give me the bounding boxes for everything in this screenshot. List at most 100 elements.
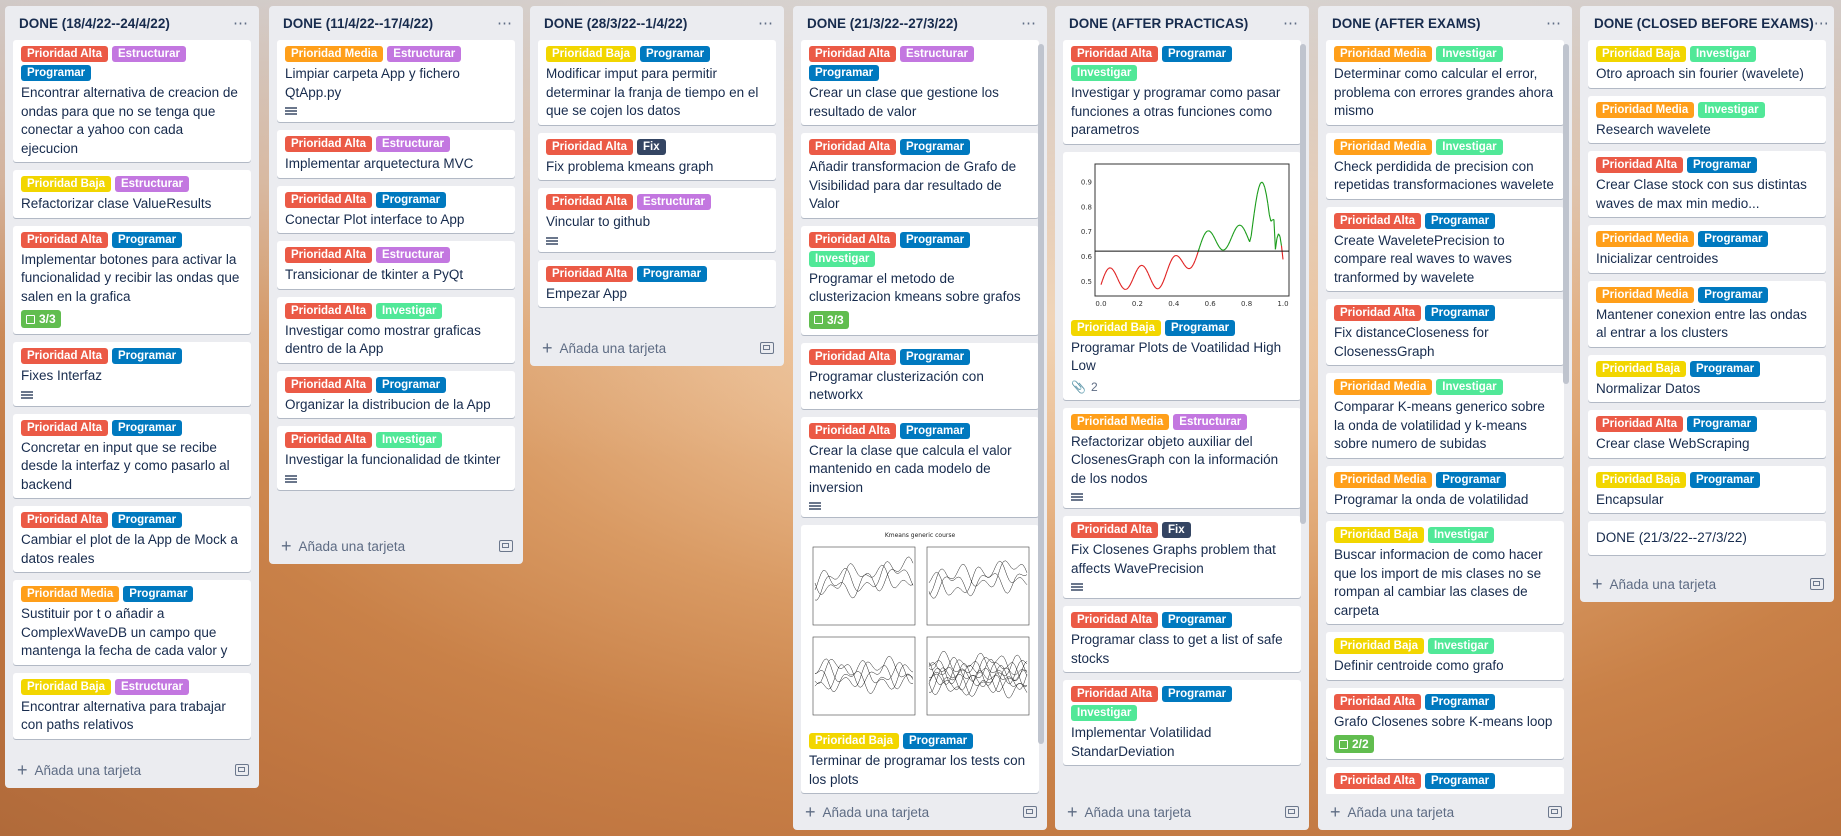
card[interactable]: Prioridad Media Investigar Comparar K-mean… [1326,373,1564,458]
card-labels: Prioridad Baja Programar [1596,360,1818,380]
list-title[interactable]: DONE (11/4/22--17/4/22) [283,16,433,31]
card[interactable]: Prioridad Media Programar Inicializar cent… [1588,225,1826,273]
card-template-icon[interactable] [1023,806,1037,818]
card[interactable]: Prioridad Alta Fix Fix Closenes Graphs pro… [1063,516,1301,598]
card[interactable]: Prioridad Alta Programar Crear la clase qu… [801,416,1039,517]
y-tick-label: 0.5 [1081,278,1092,286]
list-menu-icon[interactable]: ⋯ [758,16,774,31]
card-template-icon[interactable] [1810,578,1824,590]
card[interactable]: Prioridad Alta Programar Investigar Investi… [1063,40,1301,144]
card[interactable]: Prioridad Alta Programar Grafo Closenes so… [1326,687,1564,759]
card-title: Research wavelete [1596,121,1711,137]
card[interactable]: Prioridad Alta Programar Crear clase WebSc… [1588,410,1826,458]
card[interactable]: Prioridad Media Investigar Research wavele… [1588,95,1826,143]
card[interactable]: Prioridad Alta Investigar Investigar la fu… [277,426,515,490]
card[interactable]: Prioridad Alta Programar Fix distanceClose… [1326,299,1564,365]
card[interactable]: Prioridad Alta Programar Programar class t… [1063,606,1301,672]
list-done-after-exams: DONE (AFTER EXAMS) ⋯ Prioridad Media Invest… [1318,6,1572,830]
list-menu-icon[interactable]: ⋯ [1283,16,1299,31]
add-card-button[interactable]: + Añada una tarjeta [281,537,405,555]
card[interactable]: Prioridad Alta Programar Conectar Plot int… [277,185,515,233]
card-template-icon[interactable] [499,540,513,552]
card[interactable]: Prioridad Alta Programar Investigar Program… [801,225,1039,335]
card-labels: Prioridad Media Estructurar [285,46,507,65]
card[interactable]: Prioridad Alta Programar Cambiar el plot d… [13,506,251,572]
card[interactable]: 0.5 0.6 0.7 0.8 0.9 0.0 0.2 0.4 0.6 0.8 1.0 Priorid… [1063,151,1301,400]
list-menu-icon[interactable]: ⋯ [1021,16,1037,31]
add-card-button[interactable]: + Añada una tarjeta [17,761,141,779]
list-menu-icon[interactable]: ⋯ [1814,16,1830,31]
add-card-button[interactable]: + Añada una tarjeta [1067,803,1191,821]
card[interactable]: Prioridad Media Estructurar Limpiar carpet… [277,40,515,122]
label-prioridad-alta: Prioridad Alta [285,136,372,152]
label-investigar: Investigar [809,250,876,267]
label-prioridad-alta: Prioridad Alta [21,46,108,62]
add-card-button[interactable]: + Añada una tarjeta [805,803,929,821]
label-prioridad-media: Prioridad Media [1596,231,1695,247]
card-labels: Prioridad Alta Programar [1334,693,1556,713]
list-title[interactable]: DONE (18/4/22--24/4/22) [19,16,170,31]
card-template-icon[interactable] [760,342,774,354]
card[interactable]: Prioridad Baja Estructurar Encontrar alter… [13,672,251,739]
card[interactable]: Prioridad Media Estructurar Refactorizar o… [1063,407,1301,508]
list-title[interactable]: DONE (28/3/22--1/4/22) [544,16,687,31]
list-menu-icon[interactable]: ⋯ [233,16,249,31]
card-labels: Prioridad Alta Estructurar Programar [21,46,243,84]
card-labels: Prioridad Media Investigar [1596,101,1818,121]
list-title[interactable]: DONE (AFTER EXAMS) [1332,16,1481,31]
card-template-icon[interactable] [235,764,249,776]
card[interactable]: Prioridad Alta Estructurar Vincular to git… [538,188,776,252]
card[interactable]: Prioridad Baja Programar Modificar imput p… [538,40,776,125]
card[interactable]: DONE (21/3/22--27/3/22) [1588,521,1826,555]
list-scrollbar[interactable] [1563,44,1569,384]
card[interactable]: Kmeans generic course Prioridad Baja Progr… [801,525,1039,793]
card[interactable]: Prioridad Baja Programar Normalizar Datos [1588,354,1826,402]
card-template-icon[interactable] [1285,806,1299,818]
card[interactable]: Prioridad Alta Estructurar Programar Encont… [13,40,251,162]
label-prioridad-media: Prioridad Media [1071,413,1170,430]
card[interactable]: Prioridad Alta Programar Implementar boton… [13,225,251,334]
add-card-button[interactable]: + Añada una tarjeta [542,339,666,357]
card[interactable]: Prioridad Alta Programar Investigar Impleme… [1063,680,1301,765]
description-icon [21,390,33,400]
card[interactable]: Prioridad Media Programar Mantener conexio… [1588,280,1826,347]
card[interactable]: Prioridad Baja Investigar Buscar informaci… [1326,521,1564,624]
card[interactable]: Prioridad Media Investigar Determinar como… [1326,40,1564,125]
card[interactable]: Prioridad Alta Investigar Investigar como … [277,296,515,363]
list-menu-icon[interactable]: ⋯ [497,16,513,31]
card[interactable]: Prioridad Baja Estructurar Refactorizar cl… [13,170,251,218]
card[interactable]: Prioridad Alta Programar Añadir transforma… [801,133,1039,218]
card[interactable]: Prioridad Alta Estructurar Implementar arq… [277,130,515,178]
card[interactable]: Prioridad Alta Programar Crear Clase stock… [1588,151,1826,217]
list-scrollbar[interactable] [1038,44,1044,744]
card[interactable]: Prioridad Baja Programar Encapsular [1588,465,1826,513]
label-prioridad-alta: Prioridad Alta [285,191,372,208]
add-card-button[interactable]: + Añada una tarjeta [1330,803,1454,821]
card[interactable]: Prioridad Alta Programar Create WaveletePr… [1326,206,1564,291]
list-menu-icon[interactable]: ⋯ [1546,16,1562,31]
card[interactable]: Prioridad Alta Estructurar Programar Crear … [801,40,1039,125]
card[interactable]: Prioridad Media Programar Sustituir por t … [13,580,251,665]
card[interactable]: Prioridad Alta Programar Fixes Interfaz [13,342,251,406]
list-title[interactable]: DONE (AFTER PRACTICAS) [1069,16,1248,31]
list-scrollbar[interactable] [1300,44,1306,524]
list-done-11-4-22-17-4-22: DONE (11/4/22--17/4/22) ⋯ Prioridad Media E… [269,6,523,564]
card[interactable]: Prioridad Alta Fix Fix problema kmeans gra… [538,132,776,180]
card[interactable]: Prioridad Media Investigar Check perdidida… [1326,132,1564,199]
card-template-icon[interactable] [1548,806,1562,818]
label-programar: Programar [1436,471,1507,488]
add-card-button[interactable]: + Añada una tarjeta [1592,575,1716,593]
card[interactable]: Prioridad Alta Programar Empezar App [538,259,776,307]
card-labels: Prioridad Media Programar [1596,286,1818,306]
card[interactable]: Prioridad Alta Estructurar Transicionar de… [277,241,515,289]
card[interactable]: Prioridad Baja Investigar Definir centroid… [1326,632,1564,680]
list-title[interactable]: DONE (CLOSED BEFORE EXAMS) [1594,16,1814,31]
card[interactable]: Prioridad Media Programar Programar la ond… [1326,465,1564,513]
card[interactable]: Prioridad Alta Programar Concretar en inpu… [13,413,251,498]
card[interactable]: Prioridad Alta Programar Programar cluster… [801,342,1039,409]
card[interactable]: Prioridad Alta Programar [1326,767,1564,794]
card[interactable]: Prioridad Alta Programar Organizar la dist… [277,370,515,418]
card-title: Implementar botones para activar la func… [21,251,240,304]
list-title[interactable]: DONE (21/3/22--27/3/22) [807,16,958,31]
card[interactable]: Prioridad Baja Investigar Otro aproach sin… [1588,40,1826,88]
